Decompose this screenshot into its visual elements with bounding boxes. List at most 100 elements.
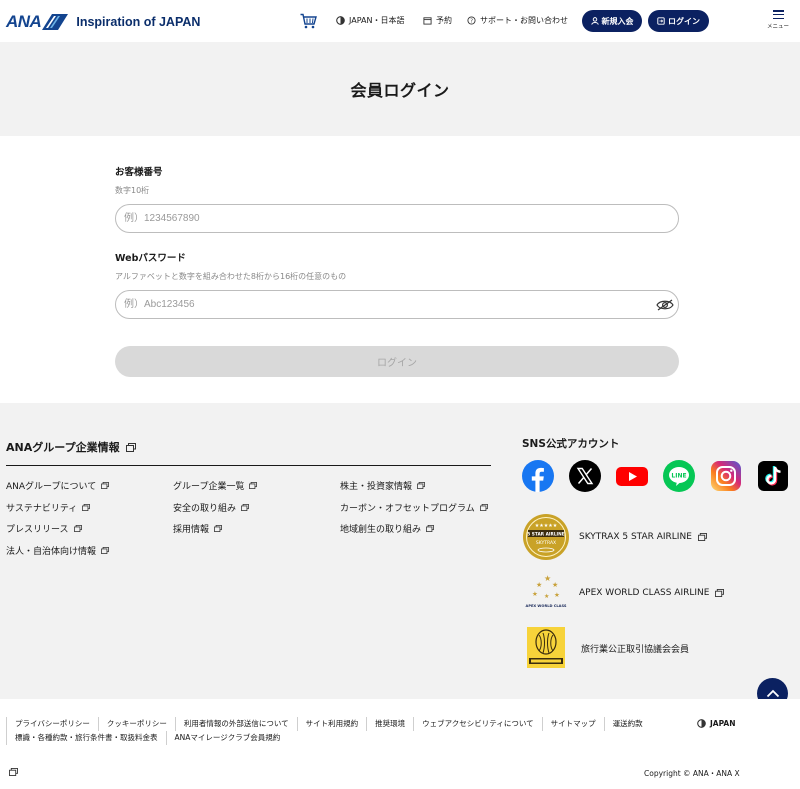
- facebook-icon[interactable]: [522, 460, 554, 492]
- corporate-link-press[interactable]: プレスリリース: [6, 522, 82, 535]
- youtube-icon[interactable]: [616, 460, 648, 492]
- svg-text:★: ★: [532, 590, 538, 598]
- copyright: Copyright © ANA・ANA X: [644, 769, 740, 778]
- jata-badge-icon: [527, 627, 565, 668]
- menu-button[interactable]: メニュー: [766, 10, 790, 30]
- logo-tagline: Inspiration of JAPAN: [76, 15, 201, 29]
- customer-number-hint: 数字10桁: [115, 186, 150, 195]
- external-window-icon: [101, 547, 109, 554]
- cart-icon[interactable]: [300, 13, 317, 29]
- award-skytrax-link[interactable]: SKYTRAX 5 STAR AIRLINE: [579, 532, 707, 542]
- svg-text:★: ★: [536, 581, 542, 589]
- corporate-link-investors[interactable]: 株主・投資家情報: [340, 479, 425, 492]
- nav-reserve[interactable]: 予約: [423, 15, 452, 26]
- footer-language-label: JAPAN: [710, 719, 736, 728]
- ana-logo[interactable]: ANA Inspiration of JAPAN: [6, 12, 200, 32]
- svg-text:★: ★: [544, 574, 551, 583]
- svg-text:★★★★★: ★★★★★: [535, 523, 558, 529]
- external-window-icon: [9, 768, 18, 776]
- line-icon[interactable]: LINE: [663, 460, 695, 492]
- external-window-icon: [697, 533, 707, 541]
- footer-link-mileage-terms[interactable]: ANAマイレージクラブ会員規約: [165, 731, 289, 745]
- link-label: 法人・自治体向け情報: [6, 547, 97, 557]
- login-icon: [657, 17, 665, 25]
- award-skytrax[interactable]: ★★★★★ 5 STAR AIRLINE SKYTRAX SKYTRAX 5 S…: [522, 513, 707, 561]
- award-jata: 旅行業公正取引協議会会員: [522, 625, 689, 671]
- x-icon[interactable]: [569, 460, 601, 492]
- link-label: ANAグループについて: [6, 482, 97, 492]
- footer-link-cookie[interactable]: クッキーポリシー: [97, 717, 175, 731]
- corporate-link-corporate-clients[interactable]: 法人・自治体向け情報: [6, 544, 109, 557]
- external-window-icon: [417, 482, 425, 489]
- link-label: カーボン・オフセットプログラム: [340, 504, 475, 514]
- signup-button[interactable]: 新規入会: [582, 10, 642, 32]
- link-label: グループ企業一覧: [173, 482, 245, 492]
- svg-text:★: ★: [544, 593, 549, 600]
- svg-text:LINE: LINE: [671, 473, 686, 480]
- svg-text:★: ★: [552, 581, 558, 589]
- user-icon: [590, 17, 599, 25]
- apex-badge-icon: ★ ★ ★ ★ ★ ★ APEX WORLD CLASS: [526, 574, 567, 608]
- corporate-title-link[interactable]: ANAグループ企業情報: [6, 439, 136, 455]
- award-apex[interactable]: ★ ★ ★ ★ ★ ★ APEX WORLD CLASS APEX WORLD …: [522, 571, 725, 615]
- corporate-link-regional[interactable]: 地域創生の取り組み: [340, 522, 434, 535]
- footer-link-fees[interactable]: 標識・各種約款・旅行条件書・取扱料金表: [6, 731, 166, 745]
- link-label: 株主・投資家情報: [340, 482, 413, 492]
- password-input[interactable]: [115, 290, 679, 319]
- instagram-icon[interactable]: [710, 460, 742, 492]
- link-label: 地域創生の取り組み: [340, 525, 422, 535]
- page-title: 会員ログイン: [350, 81, 450, 100]
- nav-region[interactable]: JAPAN・日本語: [336, 15, 404, 26]
- footer-link-conditions[interactable]: 運送約款: [603, 717, 651, 731]
- bottom-footer: プライバシーポリシー クッキーポリシー 利用者情報の外部送信について サイト利用規約推…: [0, 699, 800, 789]
- external-window-icon: [249, 482, 258, 489]
- footer-language[interactable]: JAPAN: [697, 719, 736, 728]
- external-window-icon: [101, 482, 110, 489]
- footer-link-recommended[interactable]: 推奨環境: [366, 717, 413, 731]
- corporate-link-companies[interactable]: グループ企業一覧: [173, 479, 258, 492]
- corporate-title: ANAグループ企業情報: [6, 441, 120, 454]
- award-apex-link[interactable]: APEX WORLD CLASS AIRLINE: [579, 588, 725, 598]
- footer-link-terms[interactable]: サイト利用規約: [296, 717, 367, 731]
- award-skytrax-label: SKYTRAX 5 STAR AIRLINE: [579, 532, 692, 542]
- globe-icon: [336, 16, 345, 25]
- header-login-label: ログイン: [668, 16, 700, 26]
- footer-link-accessibility[interactable]: ウェブアクセシビリティについて: [413, 717, 541, 731]
- nav-support-label: サポート・お問い合わせ: [480, 16, 568, 25]
- external-window-icon: [426, 525, 434, 532]
- corporate-link-carbon-offset[interactable]: カーボン・オフセットプログラム: [340, 501, 488, 514]
- footer-links: プライバシーポリシー クッキーポリシー 利用者情報の外部送信について サイト利用規約推…: [6, 717, 676, 745]
- nav-region-label: JAPAN・日本語: [349, 16, 405, 25]
- footer-link-external-transmission[interactable]: 利用者情報の外部送信について: [174, 717, 297, 731]
- corporate-link-sustainability[interactable]: サステナビリティ: [6, 501, 91, 514]
- corporate-link-careers[interactable]: 採用情報: [173, 522, 222, 535]
- signup-label: 新規入会: [601, 16, 634, 26]
- svg-text:★: ★: [554, 591, 560, 599]
- eye-slash-icon[interactable]: [656, 299, 674, 311]
- globe-icon: [697, 719, 706, 728]
- award-apex-label: APEX WORLD CLASS AIRLINE: [579, 588, 710, 598]
- chat-icon: ?: [467, 16, 476, 25]
- footer-link-sitemap[interactable]: サイトマップ: [541, 717, 604, 731]
- menu-label: メニュー: [766, 24, 789, 30]
- external-window-icon: [125, 442, 136, 452]
- link-label: 安全の取り組み: [173, 504, 237, 514]
- external-window-icon: [715, 589, 725, 597]
- customer-number-label: お客様番号: [115, 167, 163, 178]
- login-submit-button[interactable]: ログイン: [115, 346, 679, 377]
- sns-title: SNS公式アカウント: [522, 438, 620, 450]
- nav-support[interactable]: ? サポート・お問い合わせ: [467, 15, 568, 26]
- link-label: サステナビリティ: [6, 504, 78, 514]
- svg-text:5 STAR AIRLINE: 5 STAR AIRLINE: [527, 532, 564, 538]
- header-login-button[interactable]: ログイン: [648, 10, 709, 32]
- corporate-link-safety[interactable]: 安全の取り組み: [173, 501, 249, 514]
- customer-number-input[interactable]: [115, 204, 679, 233]
- logo-stripes-icon: [42, 14, 69, 30]
- external-window-icon: [73, 525, 82, 532]
- external-window-icon: [241, 504, 249, 511]
- svg-text:SKYTRAX: SKYTRAX: [536, 540, 556, 546]
- password-label: Webパスワード: [115, 253, 186, 264]
- tiktok-icon[interactable]: [757, 460, 789, 492]
- footer-link-privacy[interactable]: プライバシーポリシー: [6, 717, 98, 731]
- corporate-link-about[interactable]: ANAグループについて: [6, 479, 110, 492]
